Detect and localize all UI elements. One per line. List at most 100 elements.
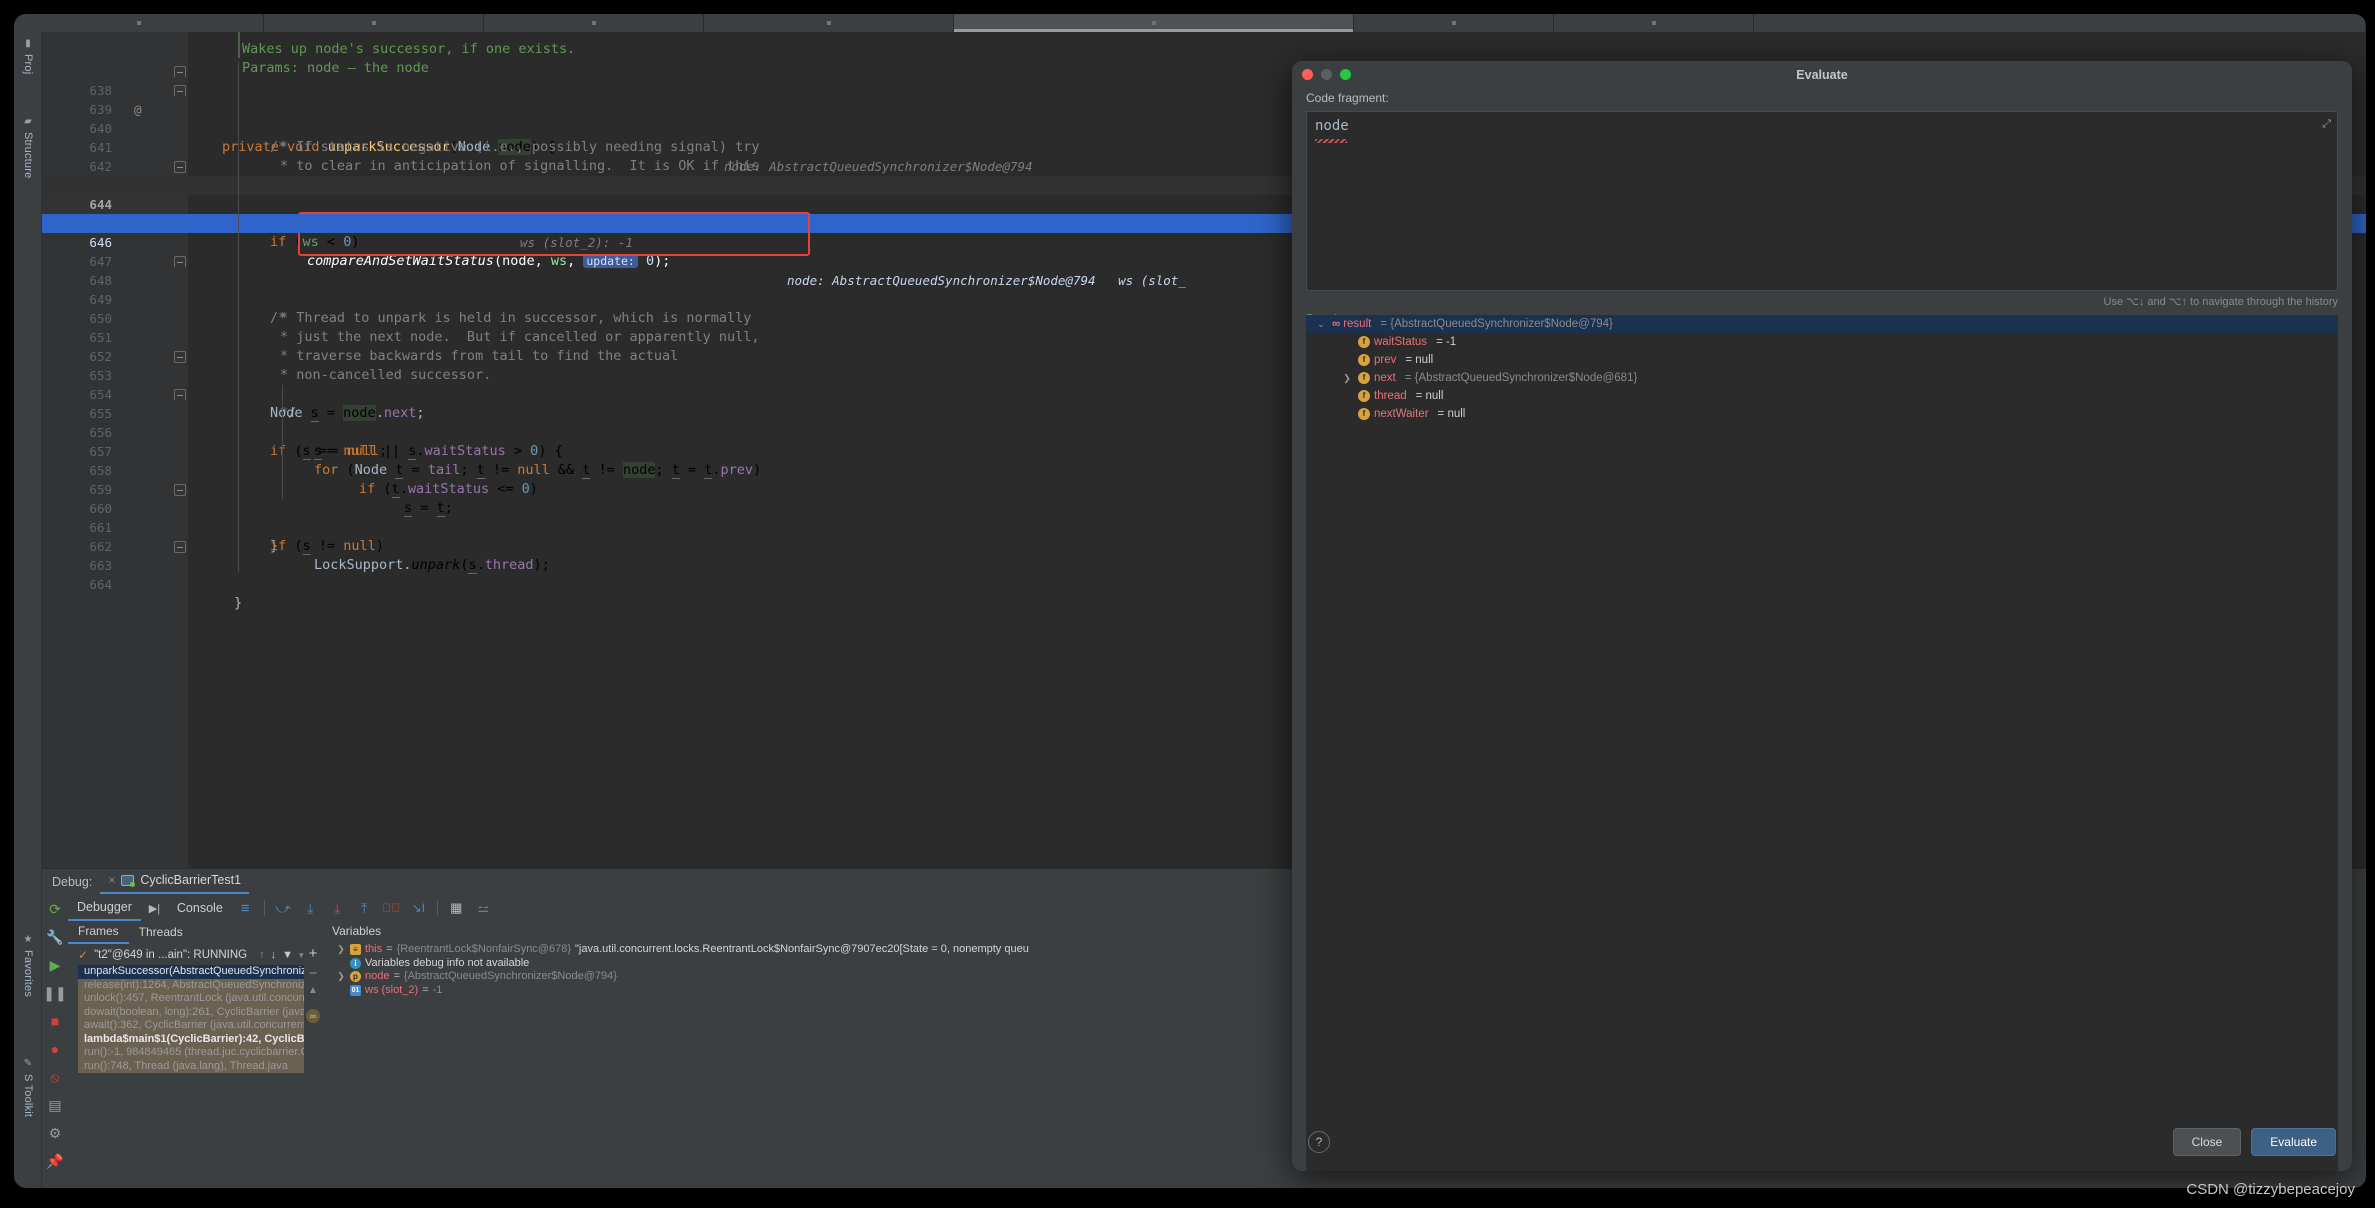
chevron-right-icon[interactable]: ❯ bbox=[1340, 369, 1354, 387]
editor-tab-strip[interactable] bbox=[14, 14, 2366, 32]
expand-editor-icon[interactable]: ⤢ bbox=[2322, 118, 2331, 131]
result-tree-row[interactable]: f prev = null bbox=[1306, 351, 2338, 369]
force-step-into-icon[interactable]: ⤓ bbox=[324, 897, 351, 919]
tab-frames[interactable]: Frames bbox=[68, 921, 129, 944]
evaluate-button[interactable]: Evaluate bbox=[2251, 1128, 2336, 1156]
frame-item[interactable]: lambda$main$1(CyclicBarrier):42, CyclicB… bbox=[78, 1032, 304, 1046]
fold-icon[interactable] bbox=[174, 256, 186, 268]
divider bbox=[436, 900, 438, 916]
fold-icon[interactable] bbox=[174, 541, 186, 553]
editor-tab[interactable] bbox=[14, 14, 264, 32]
result-tree[interactable]: ⌄ ∞ result = {AbstractQueuedSynchronizer$No… bbox=[1306, 315, 2338, 1171]
chevron-down-icon[interactable]: ⌄ bbox=[1314, 315, 1328, 333]
debug-side-toolbar[interactable]: ⟳ 🔧 ▶ ❚❚ ■ ● ⦸ ▤ ⚙ 📌 bbox=[42, 895, 68, 1188]
rerun-icon[interactable]: ⟳ bbox=[42, 895, 68, 923]
result-node-name: nextWaiter bbox=[1374, 408, 1429, 420]
add-watch-icon[interactable]: + bbox=[306, 945, 320, 962]
fold-icon[interactable] bbox=[174, 389, 186, 401]
tab-console[interactable]: Console bbox=[168, 897, 232, 920]
fold-icon[interactable] bbox=[174, 66, 186, 78]
close-button[interactable]: Close bbox=[2172, 1128, 2242, 1156]
drop-frame-icon[interactable]: ✕⃞ bbox=[378, 897, 405, 919]
variable-value: {AbstractQueuedSynchronizer$Node@794} bbox=[403, 970, 617, 982]
settings-gear-icon[interactable]: ⚙ bbox=[42, 1119, 68, 1147]
check-icon: ✓ bbox=[78, 948, 89, 962]
frame-item[interactable]: unparkSuccessor(AbstractQueuedSynchroniz… bbox=[78, 965, 304, 979]
infinity-icon: ∞ bbox=[1332, 318, 1340, 330]
frame-item[interactable]: dowait(boolean, long):261, CyclicBarrier… bbox=[78, 1005, 304, 1019]
stop-icon[interactable]: ■ bbox=[42, 1007, 68, 1035]
result-tree-row[interactable]: f nextWaiter = null bbox=[1306, 405, 2338, 423]
editor-tab[interactable] bbox=[1754, 14, 2366, 32]
sidebar-item-project[interactable]: ▮ Proj bbox=[14, 32, 42, 104]
infinity-badge-icon[interactable]: ∞ bbox=[306, 1009, 320, 1023]
code-fragment-label: Code fragment: bbox=[1306, 91, 1389, 105]
thread-selector[interactable]: ✓ "t2"@649 in ...ain": RUNNING ↑ ↓ ▼ ▾ bbox=[78, 945, 304, 965]
tab-threads[interactable]: Threads bbox=[129, 922, 193, 943]
run-to-cursor-icon[interactable]: ↘I bbox=[405, 897, 432, 919]
dialog-titlebar[interactable]: Evaluate bbox=[1292, 61, 2352, 89]
mute-breakpoints-icon[interactable]: ⦸ bbox=[42, 1063, 68, 1091]
maximize-icon[interactable] bbox=[1340, 69, 1351, 80]
result-tree-row[interactable]: ⌄ ∞ result = {AbstractQueuedSynchronizer$No… bbox=[1306, 315, 2338, 333]
minimize-icon[interactable] bbox=[1321, 69, 1332, 80]
frame-item[interactable]: run():-1, 984849465 (thread.juc.cyclicba… bbox=[78, 1046, 304, 1060]
filter-icon[interactable]: ▼ bbox=[282, 949, 293, 961]
editor-tab[interactable] bbox=[1554, 14, 1754, 32]
move-up-icon[interactable]: ↑ bbox=[259, 949, 265, 961]
sidebar-item-favorites[interactable]: ★ Favorites bbox=[14, 928, 42, 1038]
resume-icon[interactable]: ▶ bbox=[42, 951, 68, 979]
fold-icon[interactable] bbox=[174, 85, 186, 97]
equals-sign: = bbox=[393, 970, 400, 982]
step-into-icon[interactable]: ⤓ bbox=[297, 897, 324, 919]
error-squiggle-icon bbox=[1315, 139, 1347, 143]
layout-icon[interactable]: ≡ bbox=[232, 897, 259, 919]
frame-item[interactable]: run():748, Thread (java.lang), Thread.ja… bbox=[78, 1059, 304, 1073]
fold-icon[interactable] bbox=[174, 351, 186, 363]
help-button[interactable]: ? bbox=[1308, 1131, 1330, 1153]
editor-tab[interactable] bbox=[704, 14, 954, 32]
variables-panel-title: Variables bbox=[332, 924, 382, 938]
settings-icon[interactable]: ⚍ bbox=[470, 897, 497, 919]
pause-icon[interactable]: ❚❚ bbox=[42, 979, 68, 1007]
step-over-icon[interactable]: ⤻ bbox=[270, 897, 297, 919]
variable-name: node bbox=[365, 970, 390, 982]
frames-threads-tabs[interactable]: Frames Threads bbox=[68, 921, 304, 944]
step-out-icon[interactable]: ⤒ bbox=[351, 897, 378, 919]
frame-item[interactable]: release(int):1264, AbstractQueuedSynchro… bbox=[78, 978, 304, 992]
restore-layout-icon[interactable]: ▤ bbox=[42, 1091, 68, 1119]
sidebar-item-structure[interactable]: ▰ Structure bbox=[14, 110, 42, 220]
sidebar-item-toolkit[interactable]: ✎ S Toolkit bbox=[14, 1052, 42, 1152]
editor-tab[interactable] bbox=[1354, 14, 1554, 32]
scroll-up-icon[interactable]: ▲ bbox=[306, 985, 320, 996]
result-tree-row[interactable]: f waitStatus = -1 bbox=[1306, 333, 2338, 351]
console-play-icon[interactable]: ▶| bbox=[141, 897, 168, 919]
code-text: } bbox=[234, 595, 243, 611]
fold-icon[interactable] bbox=[174, 161, 186, 173]
chevron-right-icon[interactable]: ❯ bbox=[336, 970, 346, 984]
editor-tab[interactable] bbox=[484, 14, 704, 32]
chevron-right-icon[interactable]: ❯ bbox=[336, 943, 346, 957]
pin-icon[interactable]: 📌 bbox=[42, 1147, 68, 1175]
remove-watch-icon[interactable]: − bbox=[306, 965, 320, 982]
move-down-icon[interactable]: ↓ bbox=[271, 949, 277, 961]
editor-scrollbar[interactable] bbox=[2354, 32, 2366, 868]
window-controls[interactable] bbox=[1302, 69, 1351, 80]
breakpoints-icon[interactable]: ● bbox=[42, 1035, 68, 1063]
fold-icon[interactable] bbox=[174, 484, 186, 496]
result-tree-row[interactable]: ❯ f next = {AbstractQueuedSynchronizer$Node… bbox=[1306, 369, 2338, 387]
editor-tab-active[interactable] bbox=[954, 14, 1354, 32]
editor-tab[interactable] bbox=[264, 14, 484, 32]
frame-item[interactable]: unlock():457, ReentrantLock (java.util.c… bbox=[78, 992, 304, 1006]
frames-list[interactable]: unparkSuccessor(AbstractQueuedSynchroniz… bbox=[78, 965, 304, 1188]
debug-session-tab[interactable]: × CyclicBarrierTest1 bbox=[100, 870, 250, 894]
result-tree-row[interactable]: f thread = null bbox=[1306, 387, 2338, 405]
frame-item[interactable]: await():362, CyclicBarrier (java.util.co… bbox=[78, 1019, 304, 1033]
tab-debugger[interactable]: Debugger bbox=[68, 896, 141, 921]
settings-wrench-icon[interactable]: 🔧 bbox=[42, 923, 68, 951]
close-icon[interactable] bbox=[1302, 69, 1313, 80]
evaluate-expression-icon[interactable]: ▦ bbox=[443, 897, 470, 919]
close-icon[interactable]: × bbox=[108, 873, 115, 887]
chevron-down-icon[interactable]: ▾ bbox=[299, 950, 304, 961]
code-fragment-input[interactable]: node ⤢ bbox=[1306, 111, 2338, 291]
